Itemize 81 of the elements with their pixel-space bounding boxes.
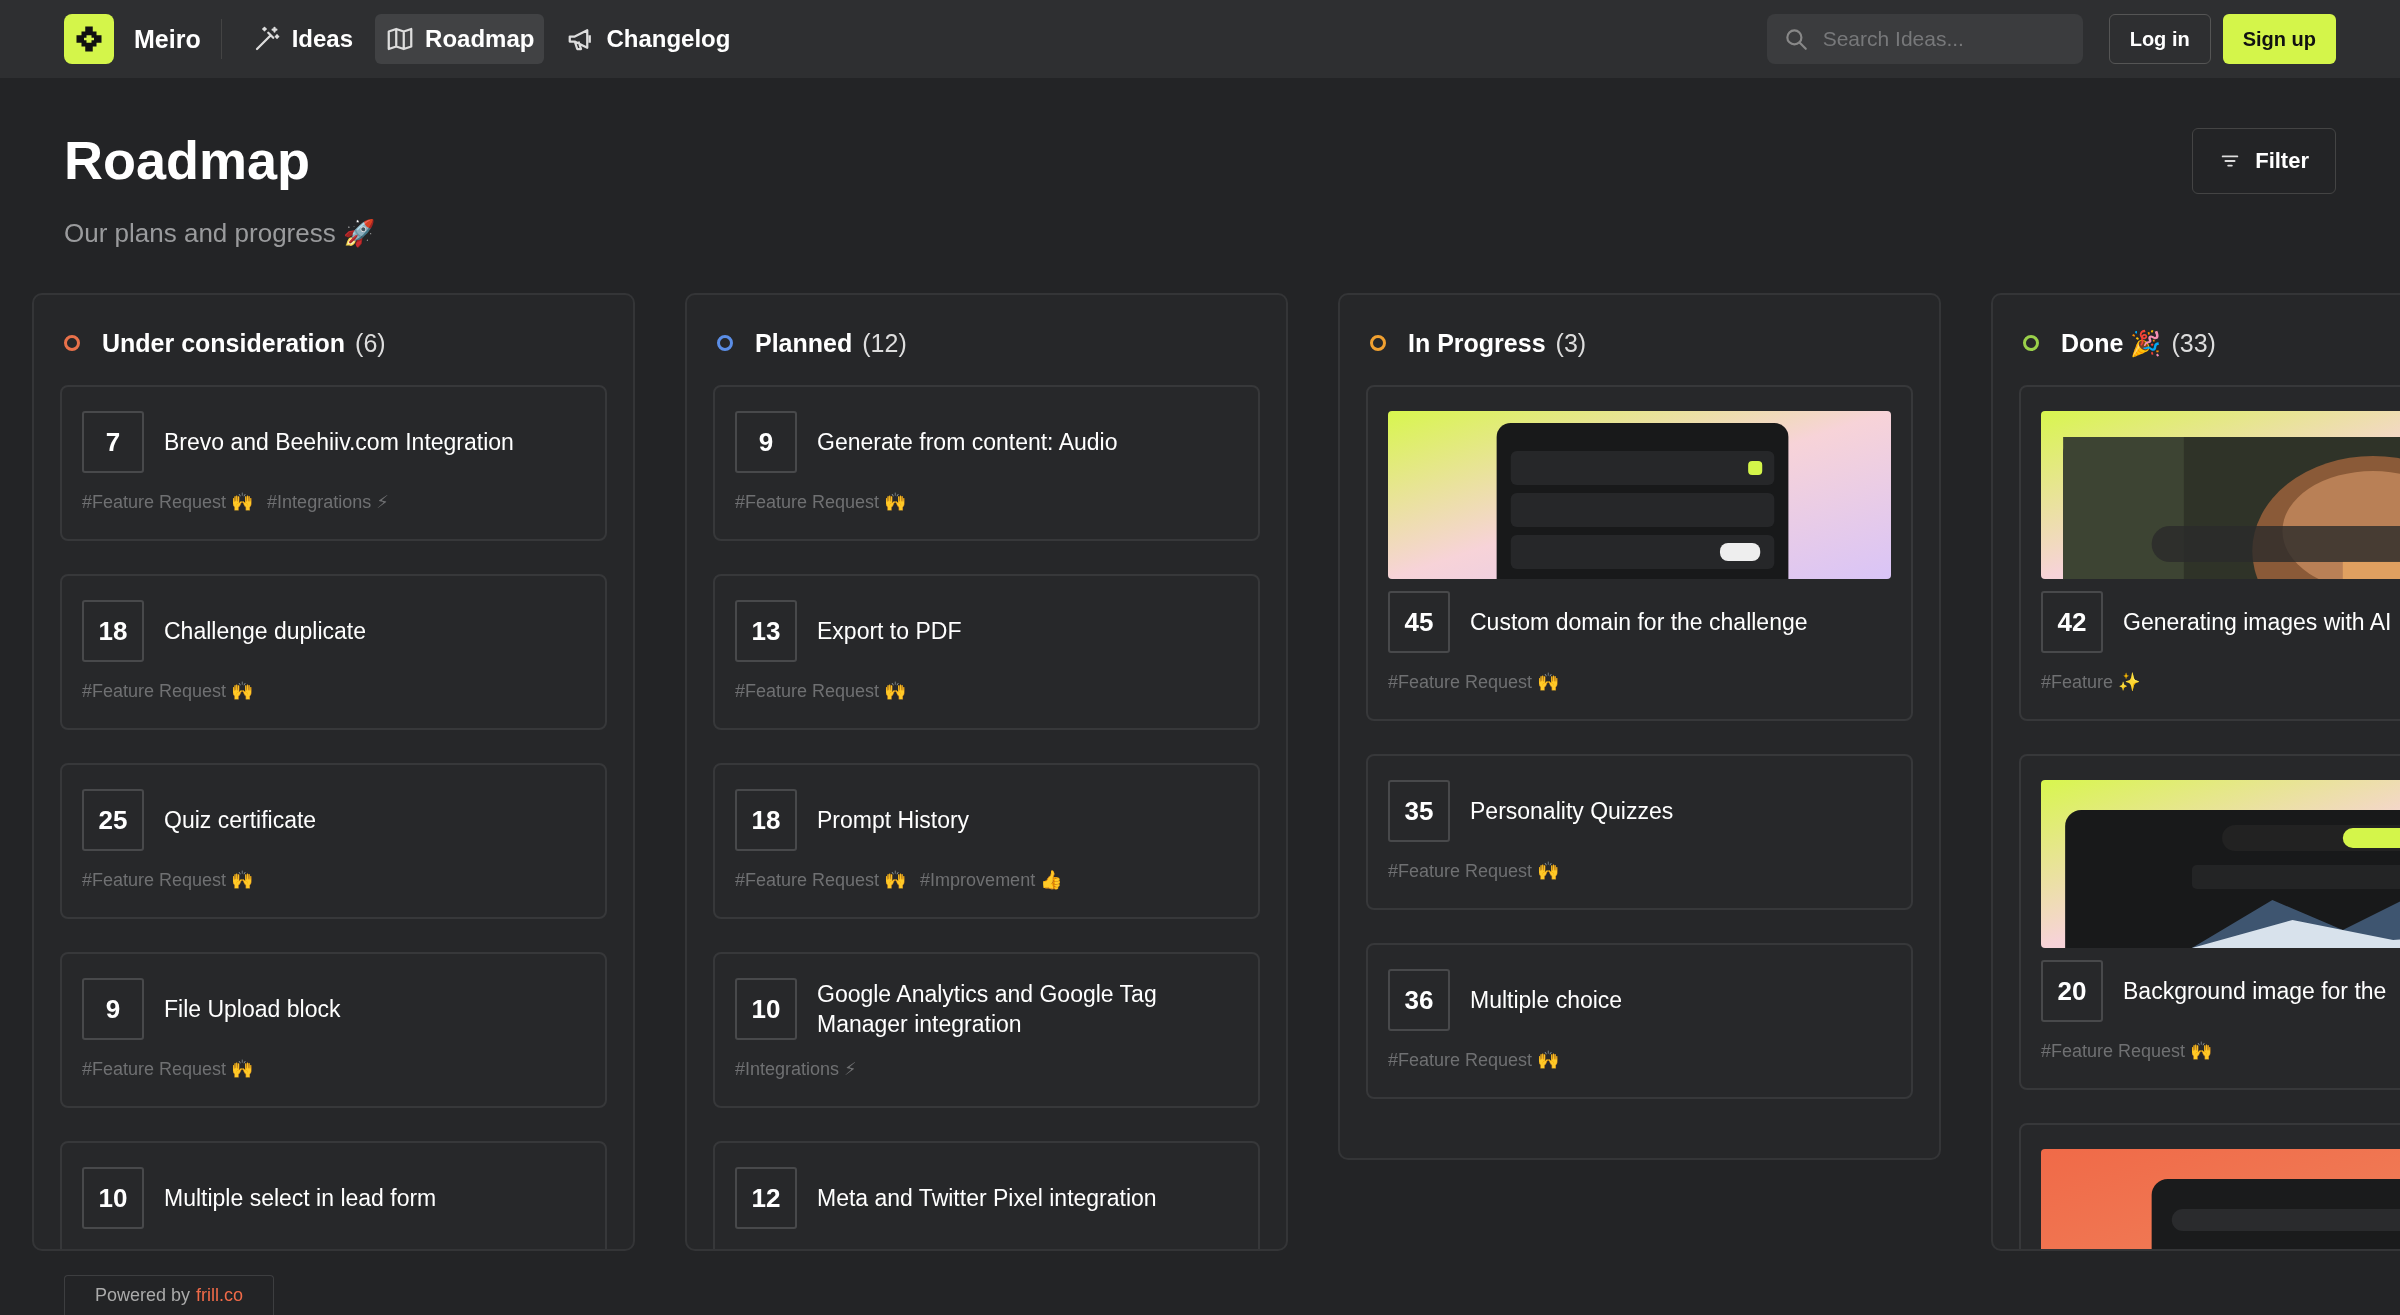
vote-count[interactable]: 9 <box>735 411 797 473</box>
idea-title: Generate from content: Audio <box>817 428 1118 457</box>
idea-tag: #Feature Request 🙌 <box>82 491 254 513</box>
idea-title: Prompt History <box>817 806 970 835</box>
column-title: Under consideration <box>102 328 346 358</box>
idea-title: Custom domain for the challenge <box>1470 608 1808 637</box>
vote-count[interactable]: 25 <box>82 789 144 851</box>
idea-title: Background image for the <box>2123 977 2387 1006</box>
logo-icon[interactable] <box>64 14 114 64</box>
idea-card[interactable]: 10 Google Analytics and Google Tag Manager integration #Integrations ⚡ <box>713 952 1260 1108</box>
idea-card[interactable]: 10 Multiple select in lead form <box>60 1141 607 1249</box>
idea-tag: #Feature ✨ <box>2041 671 2141 693</box>
idea-title: Personality Quizzes <box>1470 797 1674 826</box>
vote-count[interactable]: 20 <box>2041 960 2103 1022</box>
vote-count[interactable]: 7 <box>82 411 144 473</box>
idea-card[interactable]: 45 Custom domain for the challenge #Feature Request 🙌 <box>1366 385 1913 721</box>
frill-link[interactable]: frill.co <box>196 1285 244 1306</box>
vote-count[interactable]: 12 <box>735 1167 797 1229</box>
vote-count[interactable]: 9 <box>82 978 144 1040</box>
brand-name[interactable]: Meiro <box>134 24 201 54</box>
vote-count[interactable]: 42 <box>2041 591 2103 653</box>
idea-tag: #Feature Request 🙌 <box>82 869 254 891</box>
idea-title: File Upload block <box>164 995 341 1024</box>
vote-count[interactable]: 13 <box>735 600 797 662</box>
idea-tag: #Feature Request 🙌 <box>82 680 254 702</box>
search-field[interactable]: Search Ideas... <box>1766 14 2083 64</box>
idea-card[interactable]: 42 Generating images with AI #Feature ✨ <box>2019 385 2400 721</box>
idea-card[interactable]: 13 Export to PDF #Feature Request 🙌 <box>713 574 1260 730</box>
column-title: Done 🎉 <box>2061 328 2162 358</box>
idea-card[interactable]: 18 Prompt History #Feature Request 🙌 #Improvement 👍 <box>713 763 1260 919</box>
idea-card[interactable]: 7 Brevo and Beehiiv.com Integration #Feature Request 🙌 #Integrations ⚡ <box>60 385 607 541</box>
column-count: (6) <box>355 328 386 358</box>
page-subtitle: Our plans and progress 🚀 <box>64 218 375 249</box>
idea-card[interactable]: 20 Background image for the #Feature Request 🙌 <box>2019 754 2400 1090</box>
column-title: In Progress <box>1408 328 1546 358</box>
vote-count[interactable]: 10 <box>82 1167 144 1229</box>
vote-count[interactable]: 36 <box>1388 969 1450 1031</box>
login-button[interactable]: Log in <box>2108 14 2211 64</box>
nav-tab[interactable]: Roadmap <box>375 14 545 64</box>
idea-card[interactable]: 36 Multiple choice #Feature Request 🙌 <box>1366 943 1913 1099</box>
vote-count[interactable]: 18 <box>82 600 144 662</box>
idea-tag: #Feature Request 🙌 <box>82 1058 254 1080</box>
column-title: Planned <box>755 328 853 358</box>
page-title: Roadmap <box>64 129 312 192</box>
idea-card[interactable]: 25 Quiz certificate #Feature Request 🙌 <box>60 763 607 919</box>
idea-tag: #Feature Request 🙌 <box>735 680 907 702</box>
column-count: (12) <box>862 328 907 358</box>
idea-title: Multiple select in lead form <box>164 1184 437 1213</box>
idea-tag: #Feature Request 🙌 <box>1388 860 1560 882</box>
idea-title: Meta and Twitter Pixel integration <box>817 1184 1157 1213</box>
idea-tag: #Feature Request 🙌 <box>735 869 907 891</box>
powered-by-text: Powered by <box>94 1285 190 1306</box>
nav-tab[interactable]: Changelog <box>556 14 741 64</box>
idea-card[interactable]: 12 Meta and Twitter Pixel integration <box>713 1141 1260 1249</box>
filter-button[interactable]: Filter <box>2192 128 2336 194</box>
idea-card[interactable]: 9 Generate from content: Audio #Feature Request 🙌 <box>713 385 1260 541</box>
idea-title: Multiple choice <box>1470 986 1623 1015</box>
idea-tag: #Feature Request 🙌 <box>1388 671 1560 693</box>
idea-tag: #Feature Request 🙌 <box>2041 1040 2213 1062</box>
idea-title: Generating images with AI <box>2123 608 2392 637</box>
column-count: (33) <box>2171 328 2216 358</box>
idea-tag: #Feature Request 🙌 <box>1388 1049 1560 1071</box>
idea-title: Google Analytics and Google Tag Manager integration <box>817 980 1158 1039</box>
idea-title: Challenge duplicate <box>164 617 367 646</box>
vote-count[interactable]: 10 <box>735 978 797 1040</box>
idea-card[interactable]: 35 Personality Quizzes #Feature Request 🙌 <box>1366 754 1913 910</box>
idea-card[interactable]: 9 File Upload block #Feature Request 🙌 <box>60 952 607 1108</box>
column-count: (3) <box>1555 328 1587 358</box>
nav-tab[interactable]: Ideas <box>241 14 364 64</box>
vote-count[interactable]: 45 <box>1388 591 1450 653</box>
idea-tag: #Integrations ⚡ <box>267 491 389 513</box>
signup-button[interactable]: Sign up <box>2222 14 2336 64</box>
idea-tag: #Integrations ⚡ <box>735 1058 857 1080</box>
idea-tag: #Improvement 👍 <box>920 869 1063 891</box>
idea-card[interactable]: 18 Challenge duplicate #Feature Request 🙌 <box>60 574 607 730</box>
idea-title: Quiz certificate <box>164 806 317 835</box>
vote-count[interactable]: 18 <box>735 789 797 851</box>
idea-title: Brevo and Beehiiv.com Integration <box>164 428 514 457</box>
idea-tag: #Feature Request 🙌 <box>735 491 907 513</box>
vote-count[interactable]: 35 <box>1388 780 1450 842</box>
idea-title: Export to PDF <box>817 617 962 646</box>
